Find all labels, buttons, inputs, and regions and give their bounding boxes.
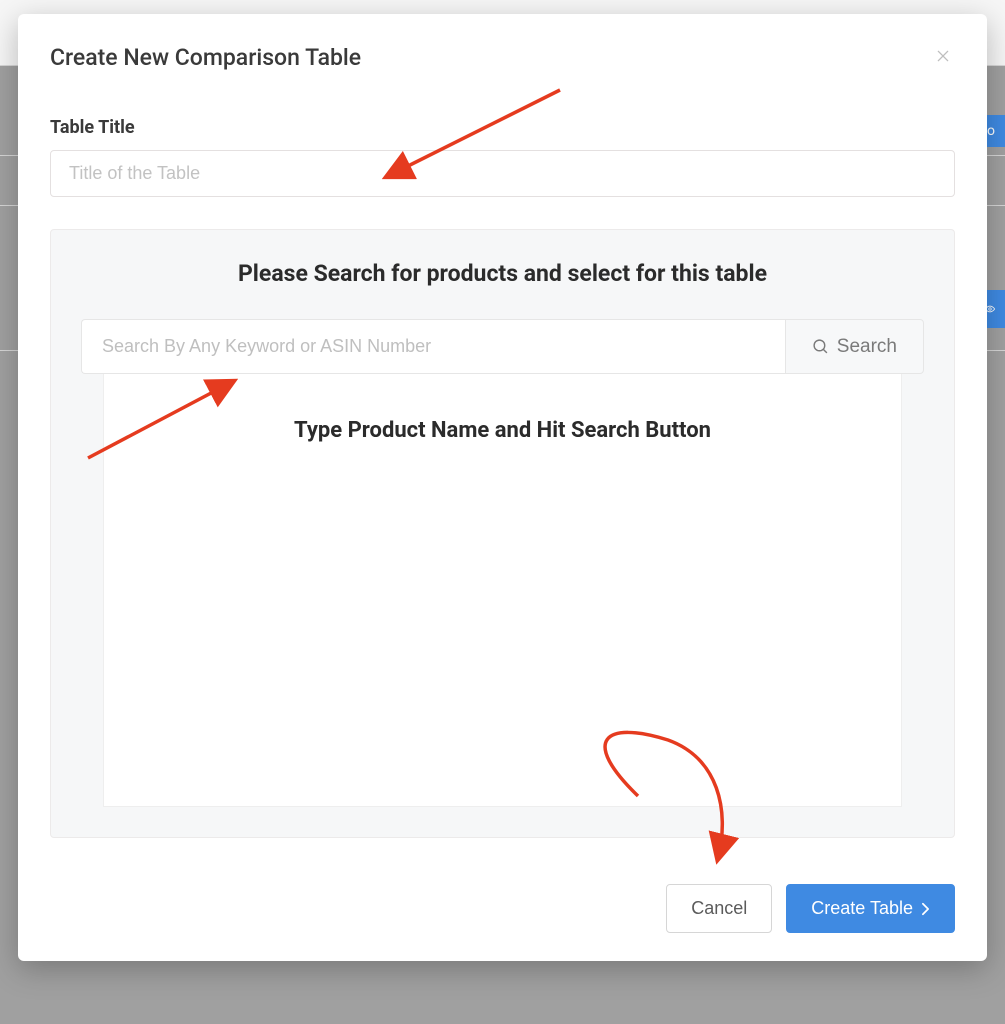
search-row: Search [81, 319, 924, 374]
search-button-label: Search [837, 336, 897, 358]
close-icon [935, 48, 951, 64]
modal-header: Create New Comparison Table [50, 44, 955, 71]
title-field-group: Table Title [50, 117, 955, 197]
product-search-panel: Please Search for products and select fo… [50, 229, 955, 838]
create-comparison-modal: Create New Comparison Table Table Title … [18, 14, 987, 961]
cancel-button[interactable]: Cancel [666, 884, 772, 933]
search-button[interactable]: Search [785, 319, 924, 374]
create-table-button-label: Create Table [811, 898, 913, 919]
results-prompt: Type Product Name and Hit Search Button [104, 418, 901, 443]
search-icon [812, 338, 829, 355]
modal-footer: Cancel Create Table [50, 884, 955, 933]
search-panel-heading: Please Search for products and select fo… [81, 260, 924, 287]
product-search-input[interactable] [81, 319, 785, 374]
table-title-input[interactable] [50, 150, 955, 197]
chevron-right-icon [921, 902, 930, 916]
modal-title: Create New Comparison Table [50, 44, 361, 71]
close-button[interactable] [931, 44, 955, 71]
create-table-button[interactable]: Create Table [786, 884, 955, 933]
search-results-area: Type Product Name and Hit Search Button [103, 372, 902, 807]
title-field-label: Table Title [50, 117, 955, 138]
cancel-button-label: Cancel [691, 898, 747, 919]
